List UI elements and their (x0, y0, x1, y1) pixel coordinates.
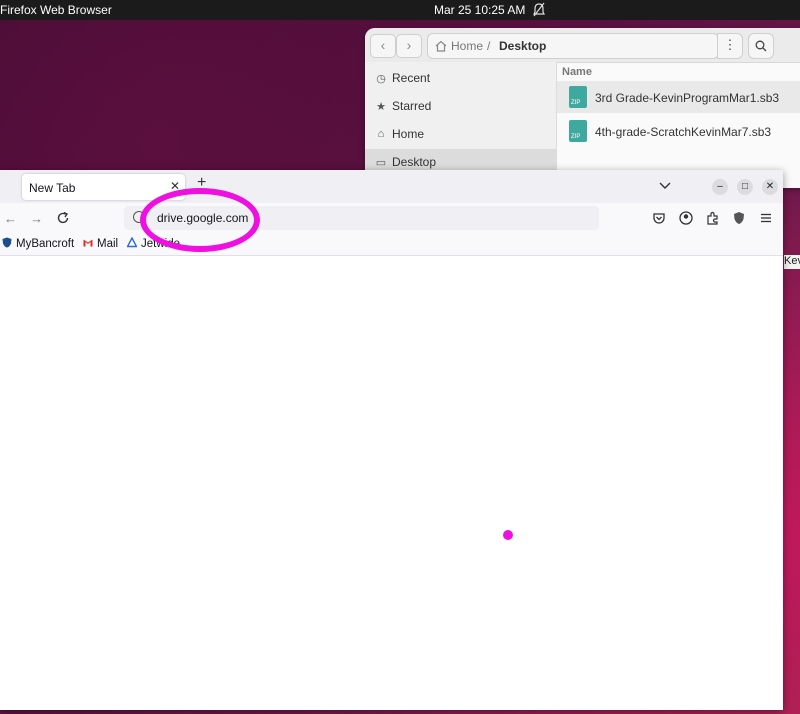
more-options-button[interactable]: ⋮ (717, 33, 743, 59)
notifications-off-icon (533, 2, 545, 17)
name-column-header[interactable]: Name (562, 66, 592, 78)
sidebar-item-label: Starred (392, 99, 432, 113)
back-arrow-icon[interactable]: ← (4, 211, 17, 226)
extensions-icon[interactable] (706, 211, 720, 225)
hamburger-menu-icon[interactable] (759, 211, 773, 225)
desktop-icon: ▭ (375, 157, 387, 169)
path-segment-desktop[interactable]: Desktop (499, 39, 546, 53)
ublock-shield-icon[interactable] (732, 211, 746, 225)
zip-icon-label: ZIP (571, 100, 581, 106)
background-window-text: Kev (784, 255, 800, 269)
bookmark-mail[interactable]: Mail (83, 237, 118, 250)
search-button[interactable] (748, 33, 774, 59)
triangle-icon (127, 237, 137, 248)
tab-bar: New Tab ✕ + – □ ✕ (0, 170, 783, 203)
sidebar-item-label: Recent (392, 71, 431, 85)
forward-button[interactable]: › (396, 34, 422, 58)
active-app-name[interactable]: Firefox Web Browser (0, 3, 112, 17)
sidebar-item-label: Home (392, 127, 425, 141)
bookmarks-toolbar: MyBancroft Mail Jetwide (0, 234, 783, 256)
sidebar-item-recent[interactable]: ◷ Recent (365, 65, 556, 91)
minimize-button[interactable]: – (712, 179, 728, 195)
home-icon (435, 40, 447, 52)
home-icon: ⌂ (377, 128, 385, 140)
clock-icon: ◷ (376, 73, 386, 85)
reload-icon[interactable] (56, 211, 70, 225)
sidebar-item-label: Desktop (392, 155, 437, 169)
page-content-area[interactable] (0, 256, 783, 710)
annotation-click-marker (503, 530, 513, 540)
zip-file-icon: ZIP (569, 86, 587, 108)
zip-icon-label: ZIP (571, 134, 581, 140)
annotation-highlight-ellipse (140, 188, 260, 252)
shield-icon (2, 237, 12, 248)
tab-title: New Tab (29, 181, 76, 195)
gmail-icon (83, 239, 93, 247)
navigation-toolbar: ← → drive.google.com (0, 203, 783, 234)
star-icon: ★ (376, 101, 386, 113)
search-icon (755, 40, 767, 52)
file-name: 3rd Grade-KevinProgramMar1.sb3 (595, 91, 780, 105)
file-item[interactable]: ZIP 4th-grade-ScratchKevinMar7.sb3 (557, 115, 800, 147)
sidebar-item-home[interactable]: ⌂ Home (365, 121, 556, 147)
bookmark-label: Mail (97, 238, 119, 250)
account-icon[interactable] (679, 211, 693, 225)
pocket-icon[interactable] (652, 211, 666, 225)
maximize-button[interactable]: □ (737, 179, 753, 195)
file-name: 4th-grade-ScratchKevinMar7.sb3 (595, 125, 772, 139)
clock[interactable]: Mar 25 10:25 AM (434, 3, 525, 17)
path-separator: / (487, 39, 491, 53)
back-button[interactable]: ‹ (370, 34, 396, 58)
zip-file-icon: ZIP (569, 120, 587, 142)
path-bar[interactable]: Home / Desktop (427, 33, 719, 59)
forward-arrow-icon[interactable]: → (30, 211, 43, 226)
sidebar-item-starred[interactable]: ★ Starred (365, 93, 556, 119)
file-manager-window: ‹ › Home / Desktop ⋮ ◷ Recent ★ Starred (365, 28, 800, 188)
system-topbar: Firefox Web Browser Mar 25 10:25 AM (0, 0, 800, 20)
path-segment-home[interactable]: Home (451, 39, 483, 53)
close-window-button[interactable]: ✕ (762, 179, 778, 195)
bookmark-mybancroft[interactable]: MyBancroft (2, 237, 74, 250)
bookmark-label: MyBancroft (16, 238, 75, 250)
file-manager-header: ‹ › Home / Desktop ⋮ (365, 28, 800, 63)
chevron-down-icon[interactable] (658, 178, 672, 192)
file-item[interactable]: ZIP 3rd Grade-KevinProgramMar1.sb3 (557, 81, 800, 113)
firefox-window: New Tab ✕ + – □ ✕ ← → drive.google.com M… (0, 170, 783, 710)
